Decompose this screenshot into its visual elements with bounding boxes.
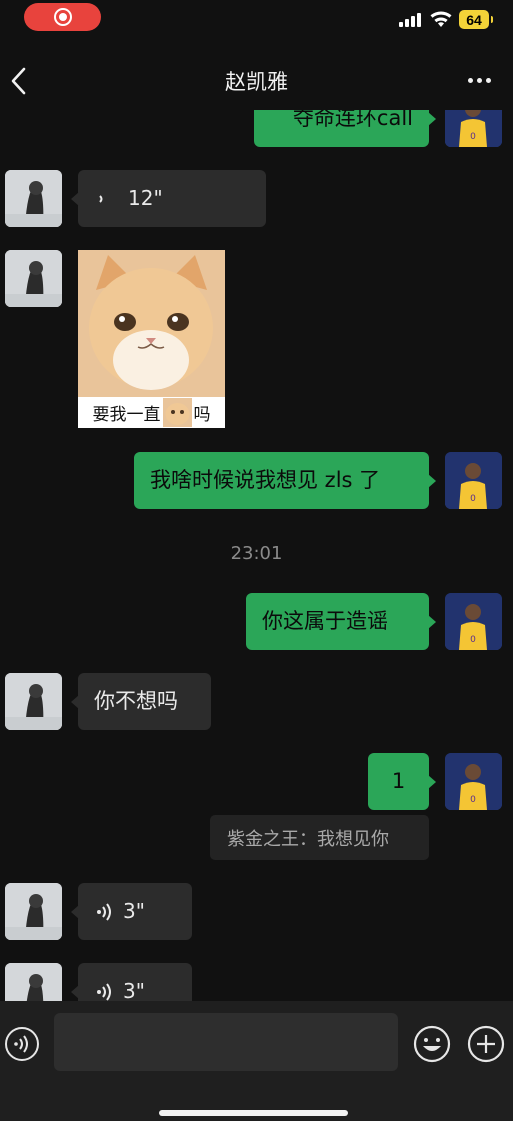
outgoing-message[interactable]: 夺命连环call <box>254 110 436 147</box>
voice-icon <box>97 902 111 921</box>
timestamp-divider: 23:01 <box>230 543 283 564</box>
message-text: 我啥时候说我想见 zls 了 <box>150 468 381 492</box>
nav-bar: 赵凯雅 <box>0 52 513 110</box>
sticker-caption-text: 吗 <box>193 405 211 425</box>
outgoing-message[interactable]: 我啥时候说我想见 zls 了 <box>134 452 436 509</box>
message-input[interactable] <box>54 1013 398 1071</box>
wifi-icon <box>430 11 452 27</box>
voice-duration: 3" <box>123 899 145 923</box>
screen-record-indicator[interactable] <box>24 3 101 31</box>
message-text: 1 <box>391 769 406 793</box>
contact-avatar[interactable] <box>5 250 62 307</box>
status-bar: 64 <box>0 0 513 40</box>
cat-sticker-image <box>78 250 225 397</box>
chevron-left-icon[interactable] <box>8 64 32 98</box>
record-icon <box>53 8 72 26</box>
mini-cat-image <box>162 398 192 427</box>
my-avatar[interactable]: 0 <box>445 452 502 509</box>
my-avatar[interactable]: 0 <box>445 753 502 810</box>
quoted-text: 紫金之王：我想见你 <box>227 828 389 850</box>
plus-icon[interactable] <box>467 1025 505 1063</box>
outgoing-message[interactable]: 你这属于造谣 <box>246 593 436 650</box>
sticker-caption-text: 要我一直 <box>92 405 161 425</box>
contact-avatar[interactable] <box>5 963 62 1001</box>
svg-text:0: 0 <box>470 795 476 805</box>
more-icon[interactable] <box>462 70 496 90</box>
voice-duration: 12" <box>128 186 163 210</box>
message-text: 你这属于造谣 <box>262 609 388 633</box>
incoming-voice-message[interactable]: 3" <box>71 883 192 940</box>
message-list[interactable]: 夺命连环call 0 12" 要我一直 吗 我啥时候说我想见 zls 了 0 2… <box>0 110 513 1001</box>
voice-icon <box>97 982 111 1001</box>
voice-duration: 3" <box>123 979 145 1001</box>
contact-avatar[interactable] <box>5 883 62 940</box>
input-bar <box>0 1001 513 1121</box>
battery-indicator: 64 <box>459 10 493 29</box>
chat-title: 赵凯雅 <box>225 70 288 94</box>
message-text: 夺命连环call <box>292 110 413 130</box>
voice-icon <box>99 194 103 203</box>
my-avatar[interactable]: 0 <box>445 593 502 650</box>
cellular-signal-icon <box>399 13 421 27</box>
incoming-voice-message[interactable]: 12" <box>71 170 266 227</box>
emoji-icon[interactable] <box>413 1025 451 1063</box>
incoming-message[interactable]: 你不想吗 <box>71 673 211 730</box>
contact-avatar[interactable] <box>5 170 62 227</box>
svg-text:0: 0 <box>470 132 476 142</box>
svg-text:0: 0 <box>470 635 476 645</box>
my-avatar[interactable]: 0 <box>445 110 502 147</box>
sticker-caption: 要我一直 吗 <box>78 397 225 428</box>
incoming-voice-message[interactable]: 3" <box>71 963 192 1001</box>
sticker-message[interactable]: 要我一直 吗 <box>78 250 225 428</box>
outgoing-message[interactable]: 1 <box>368 753 436 810</box>
message-text: 你不想吗 <box>94 689 178 713</box>
home-indicator[interactable] <box>159 1110 348 1116</box>
quoted-message[interactable]: 紫金之王：我想见你 <box>210 815 429 860</box>
voice-input-toggle-icon[interactable] <box>4 1026 40 1062</box>
svg-text:0: 0 <box>470 494 476 504</box>
contact-avatar[interactable] <box>5 673 62 730</box>
